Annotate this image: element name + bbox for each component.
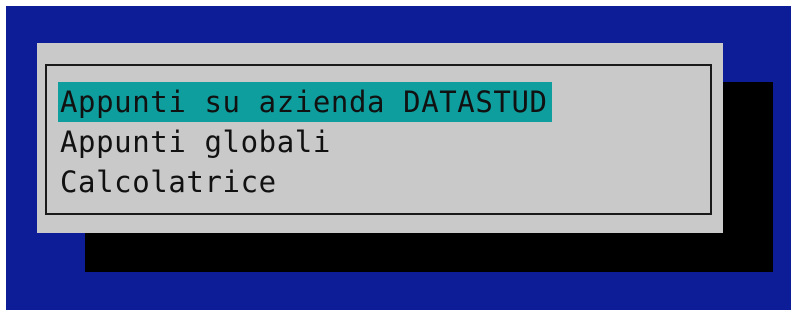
menu-item-appunti-azienda[interactable]: Appunti su azienda DATASTUD	[58, 82, 552, 122]
popup-menu: Appunti su azienda DATASTUD Appunti glob…	[58, 82, 552, 202]
menu-item-calcolatrice[interactable]: Calcolatrice	[58, 162, 552, 202]
menu-item-appunti-globali[interactable]: Appunti globali	[58, 122, 552, 162]
